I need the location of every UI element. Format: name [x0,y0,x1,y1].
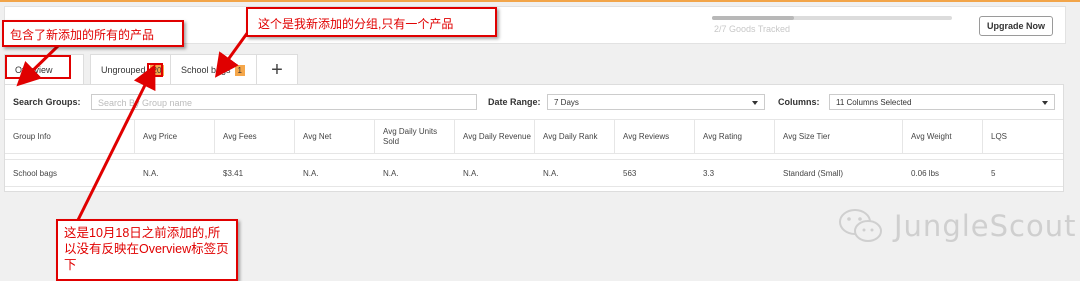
callout-new-group-note: 这个是我新添加的分组,只有一个产品 [246,7,497,37]
watermark-text: JungleScout [894,209,1077,243]
wechat-icon [839,209,882,242]
arrow-to-ungrouped-badge [76,64,156,221]
arrow-to-overview-tab [16,44,60,87]
callout-ungrouped-note: 这是10月18日之前添加的,所以没有反映在Overview标签页下 [56,219,238,281]
arrow-to-school-bags-tab [214,31,250,78]
callout-overview-note: 包含了新添加的所有的产品 [2,20,184,47]
watermark: JungleScout [836,206,1076,246]
ungrouped-badge-highlight [147,63,163,77]
